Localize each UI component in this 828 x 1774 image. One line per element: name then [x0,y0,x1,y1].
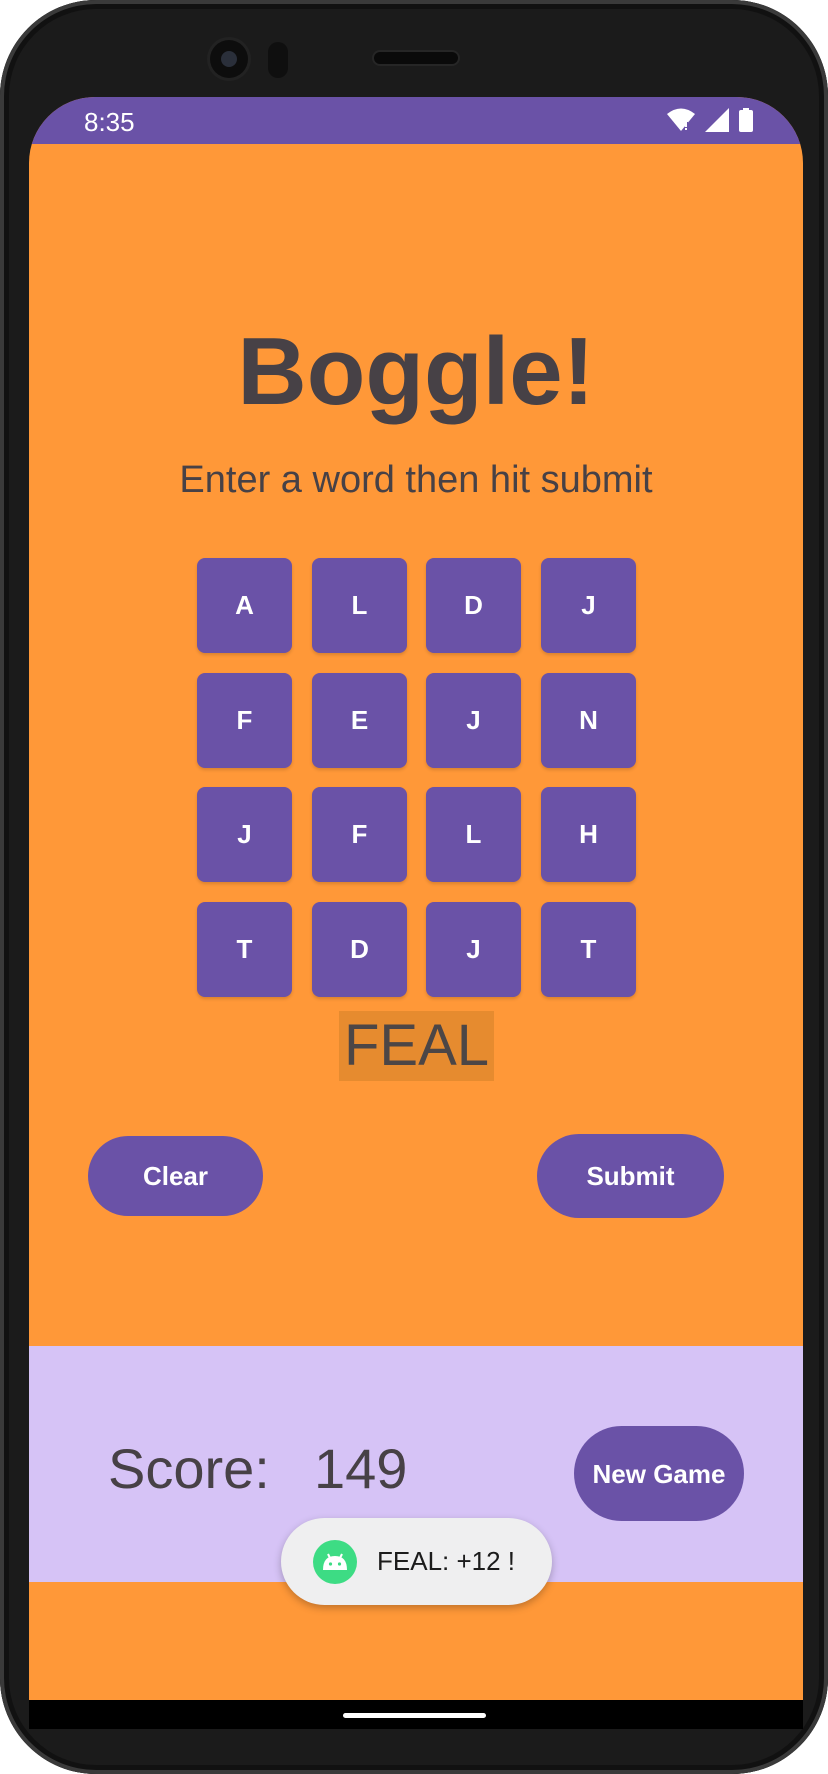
letter-tile[interactable]: A [197,558,292,653]
letter-tile[interactable]: F [312,787,407,882]
android-icon [313,1539,357,1584]
letter-tile[interactable]: J [426,902,521,997]
submit-button[interactable]: Submit [537,1134,724,1218]
earpiece-speaker [374,52,458,64]
letter-tile[interactable]: L [312,558,407,653]
phone-frame: 8:35 Boggle! Enter a word then hit submi… [0,0,828,1774]
letter-tile[interactable]: J [426,673,521,768]
status-time: 8:35 [84,107,135,137]
battery-icon [739,108,753,132]
instructions-text: Enter a word then hit submit [179,459,653,501]
proximity-sensor [268,42,288,78]
letter-tile[interactable]: T [541,902,636,997]
wifi-icon [667,108,695,131]
letter-tile[interactable]: J [197,787,292,882]
letter-tile[interactable]: L [426,787,521,882]
toast-text: FEAL: +12 ! [377,1546,516,1576]
letter-tile[interactable]: D [312,902,407,997]
letter-tile[interactable]: J [541,558,636,653]
app-screen: 8:35 Boggle! Enter a word then hit submi… [29,97,803,1729]
home-indicator[interactable] [343,1713,486,1718]
signal-icon [705,108,729,132]
status-icons [667,108,753,132]
status-bar: 8:35 [29,97,803,144]
score-value: 149 [314,1437,408,1500]
letter-tile[interactable]: T [197,902,292,997]
score-label: Score: [108,1437,270,1500]
letter-tile[interactable]: F [197,673,292,768]
letter-tile[interactable]: E [312,673,407,768]
letter-tile[interactable]: N [541,673,636,768]
toast-message: FEAL: +12 ! [281,1518,552,1605]
new-game-button[interactable]: New Game [574,1426,744,1521]
letter-tile[interactable]: D [426,558,521,653]
front-camera [210,40,248,78]
letter-tile[interactable]: H [541,787,636,882]
clear-button[interactable]: Clear [88,1136,263,1216]
current-word: FEAL [339,1011,495,1081]
app-title: Boggle! [237,318,595,425]
